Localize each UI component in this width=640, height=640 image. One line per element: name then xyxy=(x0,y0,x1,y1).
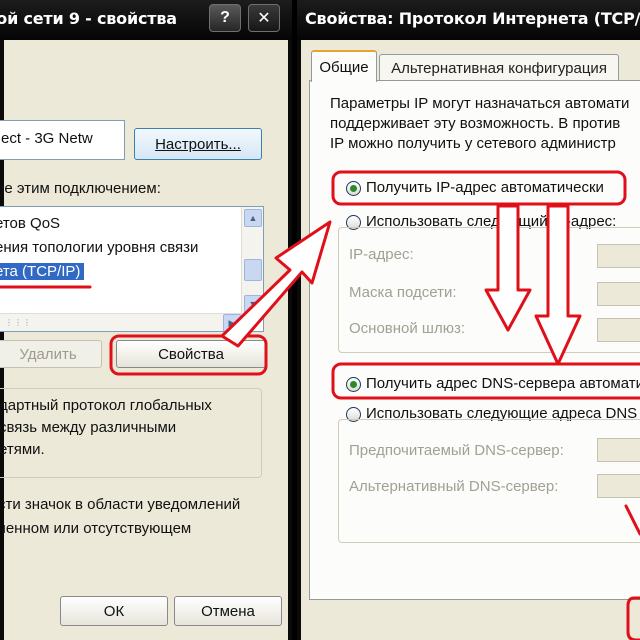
alternate-dns-label: Альтернативный DNS-сервер: xyxy=(349,478,559,495)
adapter-name-box: ect - 3G Netw xyxy=(0,120,125,160)
configure-button[interactable]: Настроить... xyxy=(134,128,262,160)
info-line: IP можно получить у сетевого администр xyxy=(330,135,616,152)
alternate-dns-input[interactable] xyxy=(597,474,640,498)
configure-button-label: Настроить... xyxy=(155,135,241,153)
list-item-label: ета (TCP/IP) xyxy=(0,263,81,280)
tab-alternate-config[interactable]: Альтернативная конфигурация xyxy=(379,54,619,82)
left-titlebar[interactable]: льной сети 9 - свойства ? ✕ xyxy=(0,0,292,40)
list-item[interactable]: ения топологии уровня связи xyxy=(0,239,198,256)
tab-general[interactable]: Общие xyxy=(311,50,377,82)
vertical-scrollbar[interactable]: ▲ ▼ xyxy=(241,207,263,315)
scroll-right-arrow-icon[interactable]: ▶ xyxy=(223,314,241,331)
right-titlebar[interactable]: Свойства: Протокол Интернета (TCP/IP) xyxy=(297,0,640,40)
gateway-label: Основной шлюз: xyxy=(349,320,466,337)
help-button[interactable]: ? xyxy=(209,4,241,32)
general-tab-panel: Параметры IP могут назначаться автомати … xyxy=(309,80,640,600)
delete-button[interactable]: Удалить xyxy=(0,340,102,368)
list-item-label: ения топологии уровня связи xyxy=(0,239,199,256)
notify-line: ченном или отсутствующем xyxy=(0,520,192,537)
dns-auto-label[interactable]: Получить адрес DNS-сервера автомати xyxy=(366,375,640,392)
description-line: дартный протокол глобальных xyxy=(0,397,212,414)
right-client-area: Общие Альтернативная конфигурация Параме… xyxy=(301,40,640,640)
network-connection-properties-window: льной сети 9 - свойства ? ✕ ect - 3G Net… xyxy=(0,0,292,640)
ip-address-group: IP-адрес: Маска подсети: Основной шлюз: xyxy=(338,227,640,353)
notify-line: сти значок в области уведомлений xyxy=(0,496,241,513)
list-item-tcpip-selected[interactable]: ета (TCP/IP) xyxy=(0,263,85,280)
description-line: етями. xyxy=(0,441,45,458)
gateway-input[interactable] xyxy=(597,318,640,342)
scroll-thumb[interactable] xyxy=(244,259,262,281)
adapter-name: ect - 3G Netw xyxy=(1,130,93,147)
subnet-mask-label: Маска подсети: xyxy=(349,284,457,301)
ip-address-label: IP-адрес: xyxy=(349,246,414,263)
description-group: дартный протокол глобальных связь между … xyxy=(0,388,262,478)
right-window-title: Свойства: Протокол Интернета (TCP/IP) xyxy=(305,9,640,28)
cancel-button[interactable]: Отмена xyxy=(174,596,282,626)
ok-button[interactable]: ОК xyxy=(60,596,168,626)
ip-auto-label[interactable]: Получить IP-адрес автоматически xyxy=(366,179,604,196)
tcpip-properties-window: Свойства: Протокол Интернета (TCP/IP) Об… xyxy=(297,0,640,640)
ip-address-input[interactable] xyxy=(597,244,640,268)
preferred-dns-input[interactable] xyxy=(597,438,640,462)
horizontal-scrollbar[interactable]: ⋮⋮⋮ ▶ xyxy=(0,313,241,331)
components-list[interactable]: етов QoS ения топологии уровня связи ета… xyxy=(0,206,264,332)
left-client-area: ect - 3G Netw Настроить... ие этим подкл… xyxy=(0,40,288,640)
left-window-title: льной сети 9 - свойства xyxy=(0,9,177,28)
preferred-dns-label: Предпочитаемый DNS-сервер: xyxy=(349,442,564,459)
description-line: связь между различными xyxy=(0,419,177,436)
scroll-up-arrow-icon[interactable]: ▲ xyxy=(244,209,262,227)
list-item[interactable]: етов QoS xyxy=(0,215,60,232)
info-line: Параметры IP могут назначаться автомати xyxy=(330,95,630,112)
scroll-down-arrow-icon[interactable]: ▼ xyxy=(244,295,262,313)
dns-auto-radio[interactable] xyxy=(346,377,361,392)
components-label: ие этим подключением: xyxy=(0,180,161,197)
scroll-grip-icon: ⋮⋮⋮ xyxy=(5,318,32,327)
subnet-mask-input[interactable] xyxy=(597,282,640,306)
properties-button[interactable]: Свойства xyxy=(116,340,266,368)
close-button[interactable]: ✕ xyxy=(248,4,280,32)
info-line: поддерживает эту возможность. В против xyxy=(330,115,621,132)
dns-group: Предпочитаемый DNS-сервер: Альтернативны… xyxy=(338,419,640,543)
list-item-label: етов QoS xyxy=(0,215,61,232)
ip-auto-radio[interactable] xyxy=(346,181,361,196)
